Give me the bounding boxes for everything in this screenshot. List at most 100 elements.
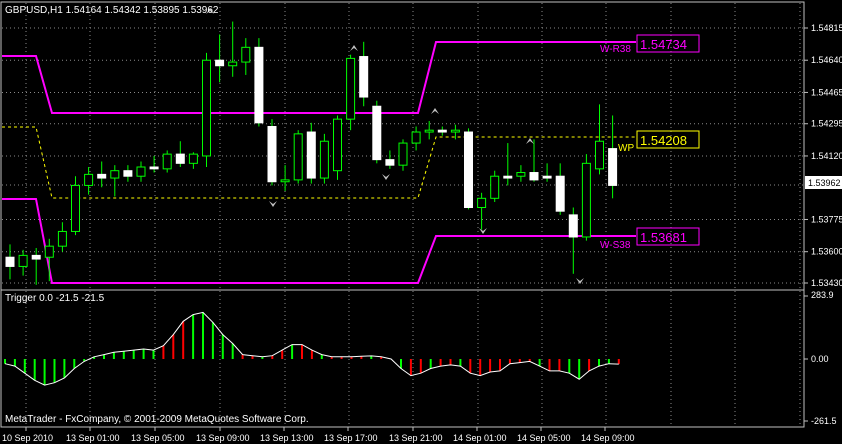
time-tick-label: 14 Sep 01:00 <box>453 433 507 443</box>
fractal-down-arrow-icon <box>269 201 277 207</box>
candle <box>5 244 15 280</box>
current-price-label: 1.53962 <box>808 178 841 188</box>
candle-body-down <box>608 148 618 186</box>
candle <box>149 155 159 173</box>
candle <box>490 170 500 202</box>
candle-body-down <box>464 131 473 209</box>
candle-body-up <box>162 153 172 170</box>
indicator-tick-zero: 0.00 <box>811 354 829 364</box>
candle-body-down <box>97 173 107 179</box>
time-tick-label: 13 Sep 09:00 <box>196 433 250 443</box>
candle-body-down <box>149 166 159 170</box>
wp-value: 1.54208 <box>640 133 687 148</box>
candle-body-up <box>293 133 303 181</box>
time-tick-label: 14 Sep 09:00 <box>581 433 635 443</box>
price-tick-label: 1.54465 <box>811 87 842 97</box>
indicator-frame <box>0 289 805 428</box>
candle <box>608 115 618 199</box>
candle-body-down <box>568 214 578 238</box>
candle-body-up <box>346 57 356 120</box>
candle <box>411 126 421 151</box>
candle-body-up <box>84 173 94 186</box>
candle <box>44 238 54 282</box>
candle-body-up <box>241 46 251 63</box>
price-tick-label: 1.54120 <box>811 151 842 161</box>
time-tick-label: 10 Sep 2010 <box>2 433 53 443</box>
candle-body-up <box>57 230 67 247</box>
w-r38-label: W-R38 <box>600 44 631 55</box>
time-tick-label: 14 Sep 05:00 <box>517 433 571 443</box>
candle-body-up <box>188 153 198 164</box>
candle-body-up <box>18 254 28 267</box>
candle-body-down <box>267 126 277 183</box>
candle <box>84 167 94 195</box>
candle-body-down <box>542 175 552 179</box>
candle-body-up <box>319 140 329 179</box>
candle <box>306 122 316 184</box>
wp-label: WP <box>618 143 634 154</box>
candle-body-down <box>5 256 15 267</box>
candle-body-up <box>44 245 54 258</box>
pivot-bands <box>2 41 636 284</box>
price-tick-label: 1.53775 <box>811 214 842 224</box>
candle <box>202 52 211 168</box>
w-r38-value: 1.54734 <box>640 37 687 52</box>
candle-body-up <box>333 118 342 172</box>
candle <box>319 133 329 184</box>
candle <box>516 165 526 182</box>
price-tick-label: 1.54640 <box>811 55 842 65</box>
candle <box>267 119 277 186</box>
candle <box>57 222 67 252</box>
candle <box>595 104 604 175</box>
candle-body-down <box>385 159 395 166</box>
candle <box>346 54 356 131</box>
candle <box>136 161 146 182</box>
candle <box>581 154 591 241</box>
candle <box>31 248 41 285</box>
candle-body-up <box>411 131 421 144</box>
candle <box>542 163 552 182</box>
candle-body-up <box>71 184 80 232</box>
candle-body-up <box>581 162 591 238</box>
candle <box>398 139 408 171</box>
copyright-text: MetaTrader - FxCompany, © 2001-2009 Meta… <box>5 414 309 425</box>
candle-body-up <box>490 175 500 199</box>
candle-body-down <box>123 170 133 177</box>
candles[interactable] <box>5 21 618 285</box>
candle <box>175 141 185 168</box>
grid <box>2 3 803 426</box>
indicator-title: Trigger 0.0 -21.5 -21.5 <box>5 293 105 304</box>
wp-line <box>2 126 636 199</box>
candle <box>293 130 303 184</box>
indicator-tick-min: -261.5 <box>811 416 837 426</box>
chart-window[interactable]: GBPUSD,H1 1.54164 1.54342 1.53895 1.5396… <box>0 0 842 444</box>
w-s38-value: 1.53681 <box>640 230 687 245</box>
candle-body-down <box>215 59 225 67</box>
price-tick-label: 1.54815 <box>811 23 842 33</box>
time-tick-label: 13 Sep 17:00 <box>324 433 378 443</box>
candle-body-up <box>477 197 487 209</box>
candle <box>464 128 473 210</box>
price-tick-label: 1.53430 <box>811 278 842 288</box>
w-s38-label: W-S38 <box>600 240 631 251</box>
candle <box>359 41 369 107</box>
candle <box>97 161 107 188</box>
trigger-line <box>4 311 619 386</box>
candle <box>254 38 264 127</box>
candle <box>568 207 578 274</box>
time-tick-label: 13 Sep 21:00 <box>389 433 443 443</box>
candle-body-down <box>529 172 539 181</box>
candle-body-up <box>228 61 238 67</box>
fractal-down-arrow-icon <box>382 174 390 180</box>
candle <box>71 176 80 236</box>
trigger-histogram <box>4 311 620 386</box>
candle-body-down <box>372 105 382 161</box>
time-tick-label: 13 Sep 01:00 <box>66 433 120 443</box>
candle <box>110 165 120 197</box>
candle-body-down <box>175 153 185 164</box>
w-r38-line <box>2 41 636 114</box>
candle <box>477 192 487 230</box>
indicator-tick-max: 283.9 <box>811 290 834 300</box>
chart-title: GBPUSD,H1 1.54164 1.54342 1.53895 1.5396… <box>5 5 219 16</box>
candle <box>385 150 395 169</box>
